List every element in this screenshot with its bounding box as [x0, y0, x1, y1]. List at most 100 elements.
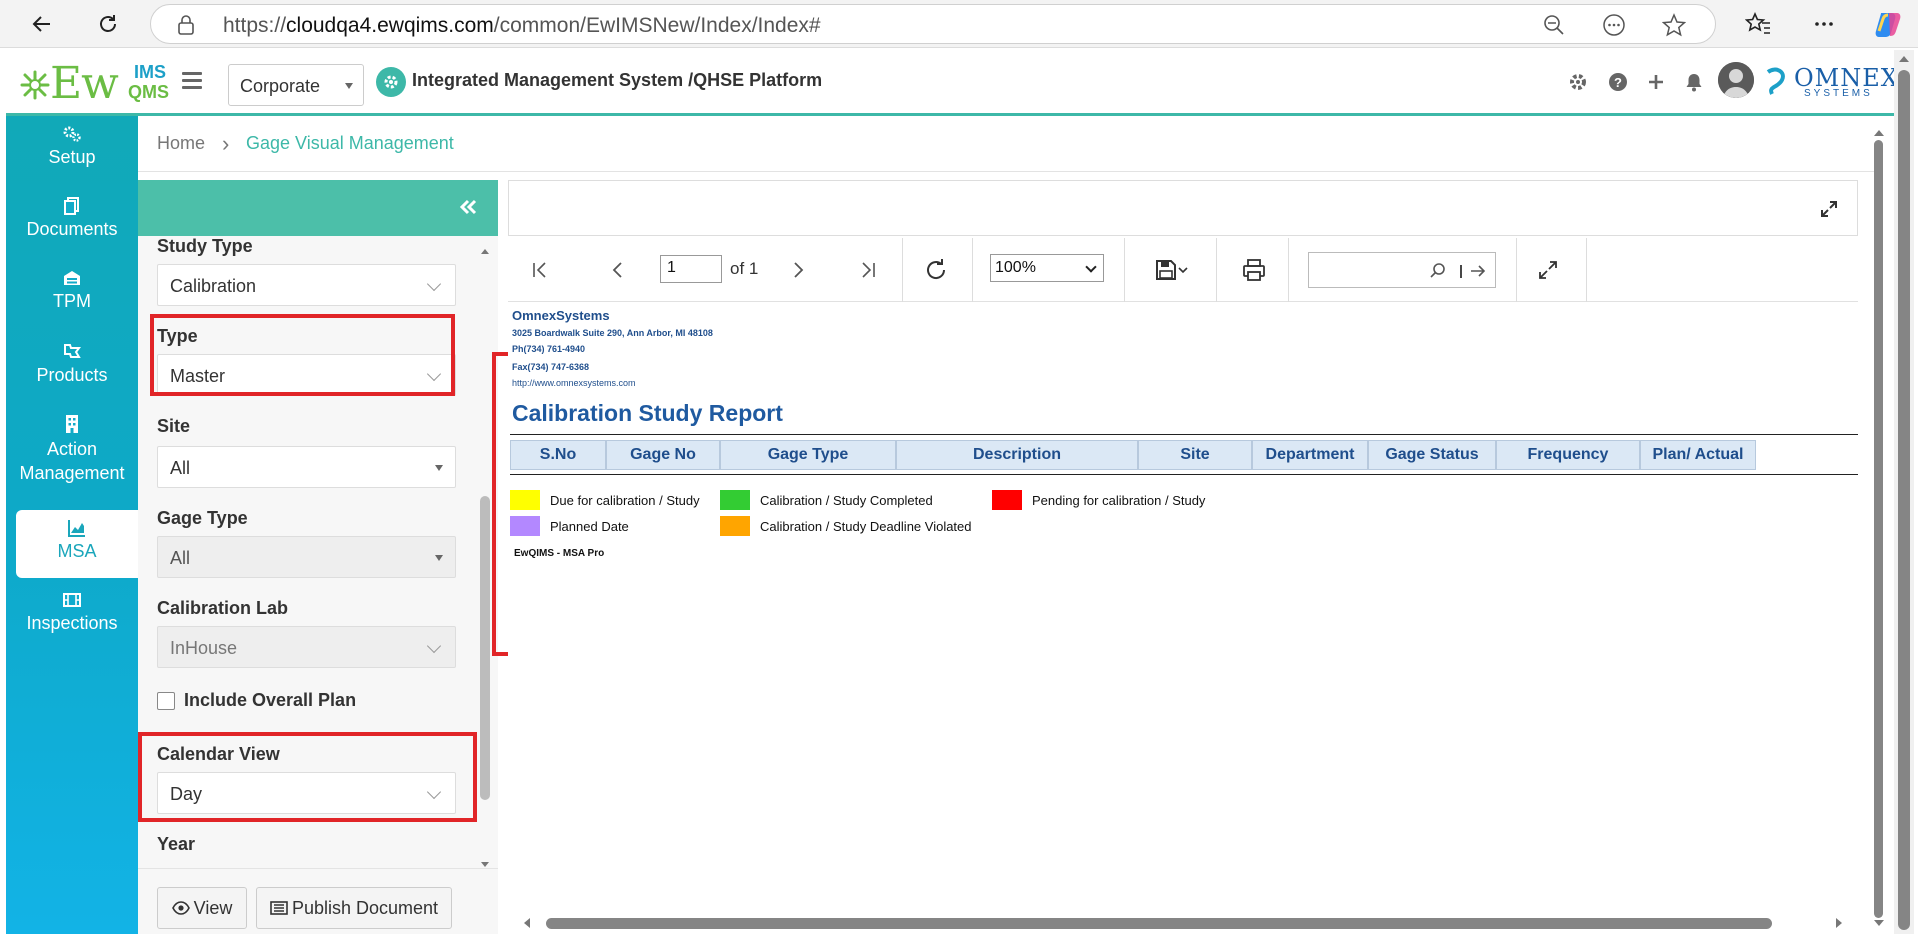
report-toolbar: 1 of 1 100% [508, 238, 1858, 302]
view-button[interactable]: View [157, 887, 247, 929]
report-vertical-scrollbar[interactable] [1870, 124, 1888, 934]
page-scroll-thumb[interactable] [1898, 70, 1910, 930]
first-page-icon[interactable] [526, 256, 554, 284]
print-icon[interactable] [1240, 256, 1268, 284]
scroll-up-icon[interactable] [1898, 54, 1910, 64]
toolbar-divider [1124, 238, 1125, 302]
column-header-site: Site [1138, 440, 1252, 470]
caret-down-icon [435, 465, 443, 471]
double-chevron-left-icon[interactable] [456, 195, 480, 219]
sidebar-item-action-management[interactable]: Action Management [6, 414, 138, 502]
calibration-lab-select[interactable]: InHouse [157, 626, 456, 668]
fit-page-icon[interactable] [1534, 256, 1562, 284]
copilot-icon[interactable] [1870, 6, 1906, 42]
corporate-select[interactable]: Corporate [228, 64, 364, 106]
toolbar-divider [1216, 238, 1217, 302]
sidebar-nav: Setup Documents TPM Products Action Mana… [6, 116, 138, 934]
omnex-logo: OMNEX SYSTEMS [1764, 64, 1898, 99]
help-icon[interactable]: ? [1606, 70, 1630, 94]
legend-swatch-due [510, 490, 540, 510]
chevron-down-icon [1178, 267, 1188, 274]
search-next-arrow-icon[interactable] [1469, 262, 1487, 280]
chevron-down-icon [426, 366, 442, 382]
column-header-department: Department [1252, 440, 1368, 470]
site-value: All [170, 458, 191, 478]
publish-document-button[interactable]: Publish Document [256, 887, 452, 929]
logo-ims-text: IMS [134, 62, 167, 82]
sidebar-item-documents[interactable]: Documents [6, 196, 138, 252]
save-export-dropdown[interactable] [1148, 256, 1196, 284]
year-label: Year [157, 834, 196, 854]
scroll-down-icon[interactable] [1873, 918, 1885, 928]
column-header-plan-actual: Plan/ Actual [1640, 440, 1756, 470]
page-vertical-scrollbar[interactable] [1894, 50, 1914, 934]
favorite-star-icon[interactable] [1661, 12, 1687, 38]
menu-toggle-icon[interactable] [182, 72, 202, 90]
add-plus-icon[interactable] [1644, 70, 1668, 94]
gears-icon [63, 126, 81, 142]
settings-gear-icon[interactable] [1566, 70, 1590, 94]
scroll-left-icon[interactable] [522, 917, 532, 929]
report-page: OmnexSystems 3025 Boardwalk Suite 290, A… [508, 304, 1858, 804]
url-scheme: https:// [223, 14, 287, 37]
chevron-down-icon [426, 784, 442, 800]
back-arrow-icon[interactable] [24, 6, 60, 42]
app-header: Ew IMS QMS Corporate Integrated Manageme… [6, 50, 1898, 116]
sidebar-item-setup[interactable]: Setup [6, 124, 138, 180]
sidebar-item-label: MSA [57, 541, 97, 561]
sidebar-item-label: TPM [53, 291, 91, 311]
sidebar-item-inspections[interactable]: Inspections [6, 590, 138, 646]
ellipsis-icon[interactable] [1806, 6, 1842, 42]
more-circle-icon[interactable] [1601, 12, 1627, 38]
expand-icon[interactable] [1819, 199, 1839, 219]
sidebar-item-msa[interactable]: MSA [16, 510, 138, 578]
scroll-right-icon[interactable] [1834, 917, 1844, 929]
ewqims-logo[interactable]: Ew IMS QMS [20, 62, 170, 106]
refresh-icon[interactable] [90, 6, 126, 42]
report-search-input[interactable] [1308, 252, 1496, 288]
column-header-gage-type: Gage Type [720, 440, 896, 470]
page-number-input[interactable]: 1 [660, 255, 722, 283]
gage-type-select[interactable]: All [157, 536, 456, 578]
zoom-out-icon[interactable] [1541, 12, 1567, 38]
user-avatar[interactable] [1718, 62, 1754, 98]
scroll-up-icon[interactable] [480, 246, 490, 256]
previous-page-icon[interactable] [604, 256, 632, 284]
publish-document-label: Publish Document [291, 897, 439, 918]
refresh-report-icon[interactable] [922, 256, 950, 284]
type-select[interactable]: Master [157, 354, 456, 396]
study-type-select[interactable]: Calibration [157, 264, 456, 306]
next-page-icon[interactable] [784, 256, 812, 284]
vertical-scroll-thumb[interactable] [1874, 140, 1883, 918]
company-phone: Ph(734) 761-4940 [512, 344, 586, 354]
documents-icon [64, 197, 79, 215]
lock-icon[interactable] [177, 15, 195, 40]
horizontal-scroll-thumb[interactable] [546, 918, 1772, 929]
address-bar[interactable]: https://cloudqa4.ewqims.com/common/EwIMS… [150, 4, 1716, 44]
calibration-lab-value: InHouse [170, 638, 238, 658]
report-horizontal-scrollbar[interactable] [518, 912, 1848, 934]
app-root: https://cloudqa4.ewqims.com/common/EwIMS… [0, 0, 1918, 934]
sidebar-item-tpm[interactable]: TPM [6, 268, 138, 324]
logo-ew-text: Ew [50, 58, 119, 109]
column-header-sno: S.No [510, 440, 606, 470]
sidebar-item-products[interactable]: Products [6, 342, 138, 398]
breadcrumb-home-link[interactable]: Home [157, 133, 205, 154]
bell-icon[interactable] [1682, 70, 1706, 94]
include-overall-plan-checkbox[interactable] [157, 692, 175, 710]
breadcrumb: Home › Gage Visual Management [138, 116, 1878, 172]
filter-scroll-thumb[interactable] [480, 496, 490, 800]
search-icon[interactable] [1429, 262, 1447, 280]
calendar-view-select[interactable]: Day [157, 772, 456, 814]
last-page-icon[interactable] [854, 256, 882, 284]
sidebar-item-label: Action Management [19, 439, 125, 483]
scroll-up-icon[interactable] [1873, 128, 1885, 138]
zoom-select[interactable]: 100% [990, 254, 1104, 282]
sun-logo-icon [20, 70, 50, 100]
company-website[interactable]: http://www.omnexsystems.com [512, 378, 636, 388]
legend-label-due: Due for calibration / Study [550, 493, 700, 508]
logo-qms-text: QMS [128, 82, 170, 102]
newspaper-icon [270, 901, 288, 915]
site-select[interactable]: All [157, 446, 456, 488]
favorites-list-icon[interactable] [1740, 6, 1776, 42]
